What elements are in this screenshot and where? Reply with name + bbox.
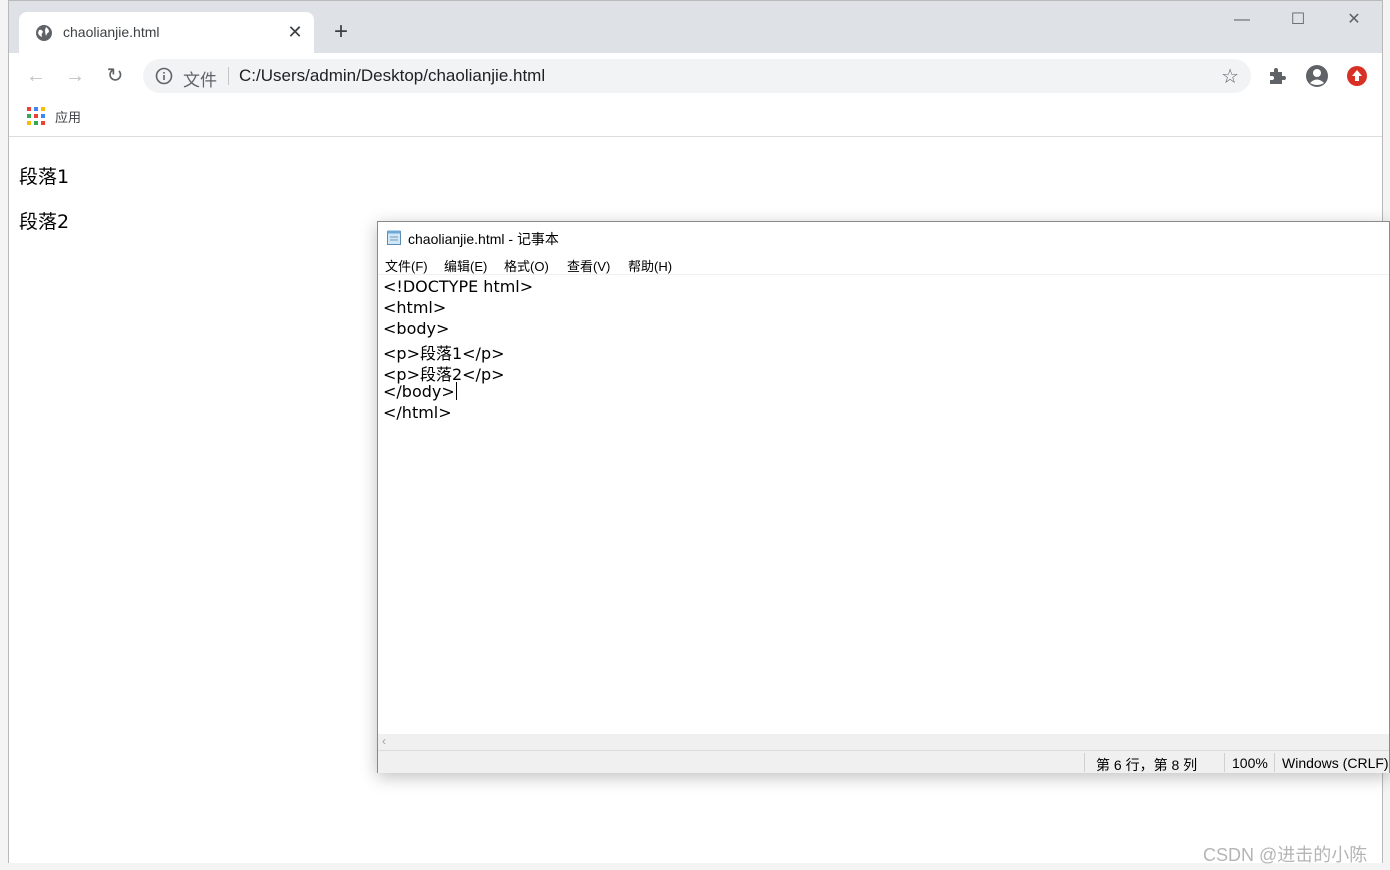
address-divider — [228, 67, 229, 85]
tab-title: chaolianjie.html — [63, 24, 160, 40]
notepad-window: chaolianjie.html - 记事本 文件(F) 编辑(E) 格式(O)… — [377, 221, 1390, 773]
apps-grid-icon[interactable] — [27, 107, 45, 125]
info-icon[interactable] — [155, 67, 173, 85]
scroll-left-icon[interactable]: ‹ — [382, 734, 386, 748]
csdn-watermark: CSDN @进击的小陈 — [1203, 845, 1368, 865]
desktop: chaolianjie.html ✕ + — ☐ ✕ ← → ↻ 文件 C:/U… — [0, 0, 1390, 870]
extensions-puzzle-icon[interactable] — [1266, 64, 1290, 88]
close-window-button[interactable]: ✕ — [1331, 8, 1377, 36]
code-line-6: </body> — [383, 382, 455, 401]
bookmarks-bar: 应用 — [9, 99, 1382, 137]
bookmark-apps-label[interactable]: 应用 — [55, 107, 81, 126]
code-line-6-wrapper: </body> — [383, 382, 457, 401]
code-line-2: <html> — [383, 298, 447, 317]
notepad-menubar: 文件(F) 编辑(E) 格式(O) 查看(V) 帮助(H) — [378, 253, 1389, 275]
status-zoom: 100% — [1232, 755, 1268, 771]
status-divider — [1274, 753, 1275, 772]
menu-view[interactable]: 查看(V) — [567, 256, 610, 275]
maximize-button[interactable]: ☐ — [1275, 8, 1321, 36]
url-text[interactable]: C:/Users/admin/Desktop/chaolianjie.html — [239, 66, 545, 86]
globe-icon — [36, 25, 52, 41]
notepad-titlebar: chaolianjie.html - 记事本 — [378, 222, 1389, 252]
code-line-7: </html> — [383, 403, 452, 422]
tab-chaolianjie[interactable]: chaolianjie.html ✕ — [19, 12, 314, 53]
profile-avatar-icon[interactable] — [1305, 64, 1329, 88]
tab-strip: chaolianjie.html ✕ + — ☐ ✕ — [9, 1, 1382, 53]
back-button[interactable]: ← — [22, 62, 50, 90]
text-caret — [455, 382, 457, 400]
status-divider — [1224, 753, 1225, 772]
page-paragraph-2: 段落2 — [19, 211, 70, 233]
notepad-icon — [387, 230, 401, 245]
status-cursor-position: 第 6 行，第 8 列 — [1096, 757, 1198, 773]
horizontal-scrollbar[interactable]: ‹ — [378, 734, 1389, 750]
browser-toolbar: ← → ↻ 文件 C:/Users/admin/Desktop/chaolian… — [9, 53, 1382, 99]
reload-button[interactable]: ↻ — [101, 62, 129, 90]
address-bar[interactable]: 文件 C:/Users/admin/Desktop/chaolianjie.ht… — [143, 59, 1251, 93]
menu-edit[interactable]: 编辑(E) — [444, 256, 487, 275]
code-line-3: <body> — [383, 319, 450, 338]
minimize-button[interactable]: — — [1219, 8, 1265, 36]
status-encoding: Windows (CRLF) — [1282, 755, 1389, 771]
notepad-title: chaolianjie.html - 记事本 — [408, 231, 559, 247]
menu-format[interactable]: 格式(O) — [504, 256, 549, 275]
new-tab-button[interactable]: + — [327, 19, 355, 47]
notepad-text-area[interactable]: <!DOCTYPE html> <html> <body> <p>段落1</p>… — [378, 275, 1389, 734]
bookmark-star-icon[interactable]: ☆ — [1221, 64, 1239, 89]
tab-close-icon[interactable]: ✕ — [284, 21, 306, 43]
code-line-1: <!DOCTYPE html> — [383, 277, 534, 296]
menu-file[interactable]: 文件(F) — [385, 256, 428, 275]
menu-help[interactable]: 帮助(H) — [628, 256, 672, 275]
status-divider — [1084, 753, 1085, 772]
forward-button[interactable]: → — [61, 62, 89, 90]
page-paragraph-1: 段落1 — [19, 166, 70, 188]
update-arrow-icon[interactable] — [1345, 64, 1369, 88]
scheme-label: 文件 — [183, 71, 217, 90]
notepad-statusbar: 第 6 行，第 8 列 100% Windows (CRLF) — [378, 750, 1389, 773]
